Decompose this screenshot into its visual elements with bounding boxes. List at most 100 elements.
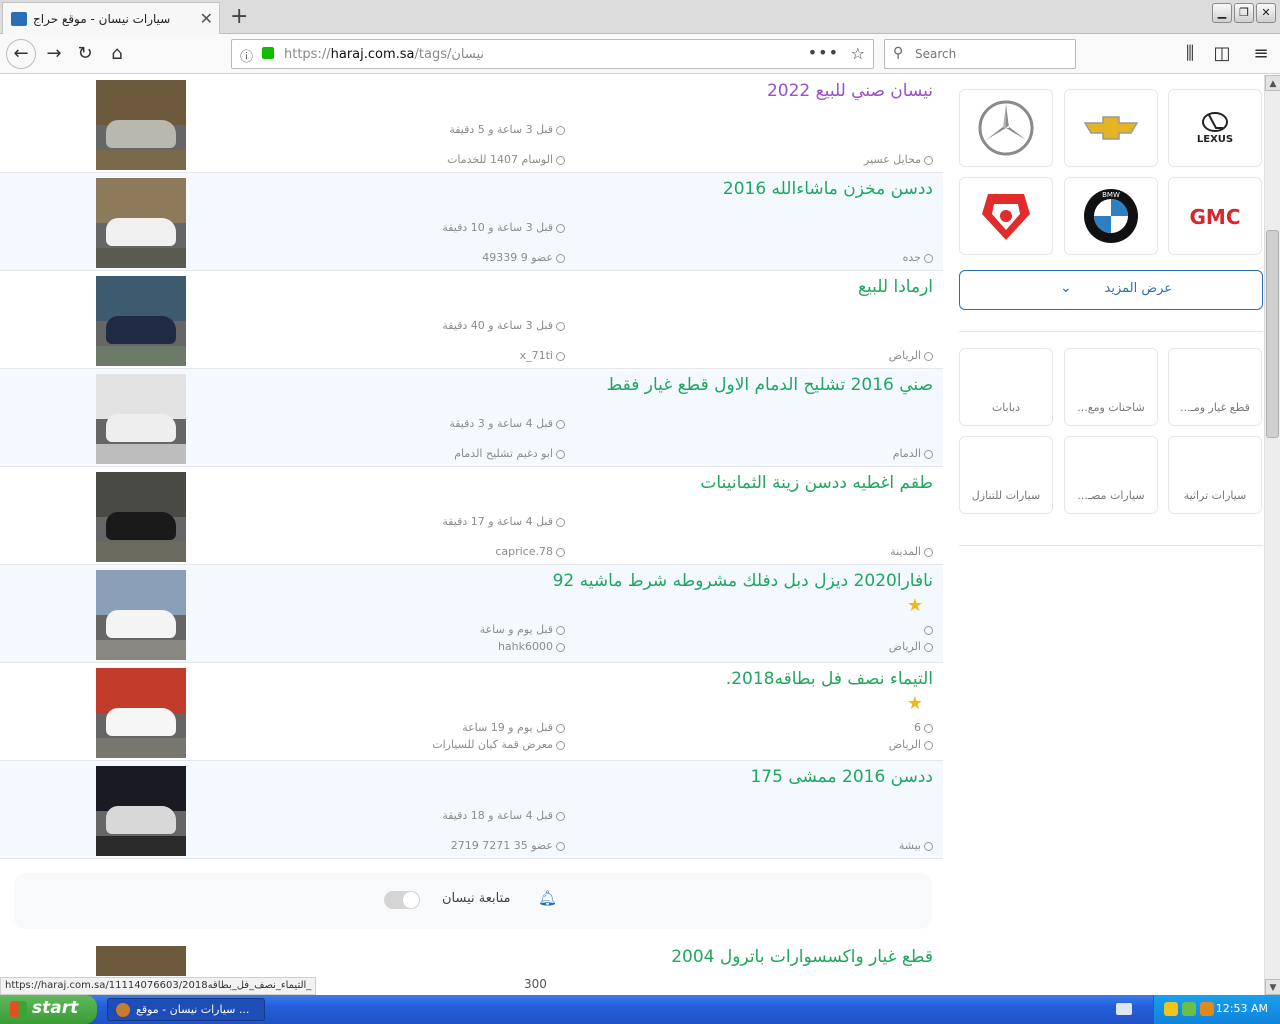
listing-row[interactable]: ددسن 2016 ممشى 175 قبل 4 ساعة و 18 دقيقة ع…	[0, 761, 943, 859]
listing-row[interactable]: ددسن مخزن ماشاءالله 2016 قبل 3 ساعة و 10 …	[0, 173, 943, 271]
listing-title-link[interactable]: طقم اغطيه ددسن زينة الثمانينات	[700, 473, 933, 493]
listing-title-link[interactable]: ددسن مخزن ماشاءالله 2016	[723, 179, 933, 199]
category-card[interactable]: سيارات مصـ...	[1064, 436, 1158, 514]
info-icon[interactable]: ⓘ	[240, 46, 253, 65]
category-card[interactable]: قطع غيار ومـ...	[1168, 348, 1262, 426]
follow-toggle[interactable]	[384, 891, 420, 909]
listing-thumbnail[interactable]	[96, 472, 186, 562]
listing-row[interactable]: طقم اغطيه ددسن زينة الثمانينات قبل 4 ساعة…	[0, 467, 943, 565]
listing-thumbnail[interactable]	[96, 668, 186, 758]
scroll-thumb[interactable]	[1266, 230, 1279, 438]
gmc-logo: GMC	[1169, 178, 1261, 254]
brand-card[interactable]	[959, 177, 1053, 255]
bookmark-star-icon[interactable]: ☆	[851, 44, 865, 63]
search-input[interactable]	[915, 47, 1065, 61]
listing-user[interactable]: caprice.78	[495, 545, 565, 558]
brand-card[interactable]: BMW	[1064, 177, 1158, 255]
listing-thumbnail[interactable]	[96, 374, 186, 464]
lock-icon[interactable]	[262, 47, 274, 59]
category-card[interactable]: سيارات تراثية	[1168, 436, 1262, 514]
listing-row[interactable]: نيسان صني للبيع 2022 قبل 3 ساعة و 5 دقيقة…	[0, 75, 943, 173]
listing-thumbnail[interactable]	[96, 80, 186, 170]
sidebar-icon[interactable]: ◫	[1210, 42, 1234, 66]
listing-title-link[interactable]: صني 2016 تشليح الدمام الاول قطع غيار فقط	[607, 375, 933, 395]
search-icon: ⚲	[893, 45, 904, 61]
listing-city[interactable]: بيشة	[899, 839, 933, 852]
listing-thumbnail[interactable]	[96, 570, 186, 660]
network-icon[interactable]	[1182, 1002, 1196, 1016]
home-icon[interactable]: ⌂	[105, 42, 129, 66]
url-bar[interactable]: ⓘ https://haraj.com.sa/tags/نيسان ••• ☆	[231, 39, 874, 69]
listing-city[interactable]: الدمام	[893, 447, 933, 460]
location-pin-icon	[924, 740, 933, 750]
listing-city[interactable]: الرياض	[889, 738, 933, 751]
dodge-ram-logo	[960, 178, 1052, 254]
category-card[interactable]: شاحنات ومع...	[1064, 348, 1158, 426]
listing-title-link[interactable]: ددسن 2016 ممشى 175	[750, 767, 933, 787]
start-button[interactable]: start	[0, 995, 97, 1024]
listing-user[interactable]: معرض قمة كيان للسيارات	[432, 738, 565, 751]
listing-row[interactable]: صني 2016 تشليح الدمام الاول قطع غيار فقط…	[0, 369, 943, 467]
restore-icon[interactable]: ❐	[1234, 3, 1254, 23]
listing-title-link[interactable]: قطع غيار واكسسوارات باترول 2004	[671, 947, 933, 967]
listing-city[interactable]: المدينة	[890, 545, 933, 558]
page-scrollbar[interactable]: ▲ ▼	[1264, 75, 1280, 995]
mercedes-logo	[960, 90, 1052, 166]
listing-user[interactable]: الوسام 1407 للخدمات	[447, 153, 565, 166]
listing-row[interactable]: نافارا2020 ديزل دبل دفلك مشروطه شرط ماشي…	[0, 565, 943, 663]
scroll-down-icon[interactable]: ▼	[1265, 979, 1280, 995]
listing-row[interactable]: التيماء نصف فل بطاقه2018. قبل يوم و 19 سا…	[0, 663, 943, 761]
category-card[interactable]: سيارات للتنازل	[959, 436, 1053, 514]
status-link-preview: https://haraj.com.sa/11114076603/التيماء…	[0, 977, 317, 995]
search-tray-icon[interactable]	[1200, 1002, 1214, 1016]
bell-icon[interactable]: 🔔︎	[538, 889, 557, 907]
back-icon[interactable]: ←	[6, 39, 36, 69]
library-icon[interactable]: ⫼	[1178, 42, 1202, 66]
show-more-button[interactable]: عرض المزيد ⌄	[959, 270, 1263, 310]
reload-icon[interactable]: ↻	[73, 42, 97, 66]
forward-icon[interactable]: →	[42, 42, 66, 66]
minimize-icon[interactable]: ▁	[1212, 3, 1232, 23]
close-window-icon[interactable]: ✕	[1256, 3, 1276, 23]
shield-icon[interactable]	[1164, 1002, 1178, 1016]
listing-title-link[interactable]: نيسان صني للبيع 2022	[767, 81, 933, 101]
thumbs-up-icon	[924, 625, 933, 635]
listing-user[interactable]: x_71ti	[520, 349, 565, 362]
taskbar-firefox-item[interactable]: سيارات نيسان - موقع ...	[107, 998, 265, 1021]
listing-row[interactable]: ارمادا للبيع قبل 3 ساعة و 40 دقيقة x_71ti ا…	[0, 271, 943, 369]
listing-thumbnail[interactable]	[96, 276, 186, 366]
listing-user[interactable]: hahk6000	[498, 640, 565, 653]
url-text[interactable]: https://haraj.com.sa/tags/نيسان	[284, 47, 484, 62]
listing-city[interactable]: الرياض	[889, 349, 933, 362]
brand-card[interactable]	[959, 89, 1053, 167]
listing-user[interactable]: ابو دغيم تشليح الدمام	[454, 447, 565, 460]
close-tab-icon[interactable]: ✕	[200, 9, 213, 28]
search-bar[interactable]: ⚲	[884, 39, 1076, 69]
brand-card[interactable]: GMC	[1168, 177, 1262, 255]
browser-tab[interactable]: سيارات نيسان - موقع حراج ✕	[2, 2, 220, 34]
menu-icon[interactable]: ≡	[1249, 42, 1273, 66]
listing-city[interactable]: جده	[903, 251, 933, 264]
brand-card[interactable]: LEXUS	[1168, 89, 1262, 167]
category-card[interactable]: دبابات	[959, 348, 1053, 426]
listing-city[interactable]: الرياض	[889, 640, 933, 653]
svg-text:LEXUS: LEXUS	[1197, 134, 1233, 145]
listing-title-link[interactable]: التيماء نصف فل بطاقه2018.	[726, 669, 933, 689]
new-tab-icon[interactable]: +	[230, 4, 248, 29]
listing-thumbnail[interactable]	[96, 766, 186, 856]
listing-title-link[interactable]: نافارا2020 ديزل دبل دفلك مشروطه شرط ماشي…	[553, 571, 933, 591]
listing-user[interactable]: عضو 9 49339	[482, 251, 565, 264]
windows-taskbar: start سيارات نيسان - موقع ... 12:53 AM	[0, 995, 1280, 1024]
listing-thumbnail[interactable]	[96, 946, 186, 976]
listing-thumbnail[interactable]	[96, 178, 186, 268]
listing-time: قبل 3 ساعة و 5 دقيقة	[449, 123, 565, 136]
page-actions-icon[interactable]: •••	[808, 43, 839, 62]
brand-card[interactable]	[1064, 89, 1158, 167]
listing-city[interactable]: محايل عسير	[864, 153, 933, 166]
system-tray: 12:53 AM	[1153, 995, 1280, 1024]
featured-star-icon: ★	[906, 693, 923, 714]
keyboard-icon[interactable]	[1116, 1003, 1132, 1015]
listing-user[interactable]: عضو 35 7271 2719	[451, 839, 565, 852]
scroll-up-icon[interactable]: ▲	[1265, 75, 1280, 91]
listing-title-link[interactable]: ارمادا للبيع	[858, 277, 933, 297]
